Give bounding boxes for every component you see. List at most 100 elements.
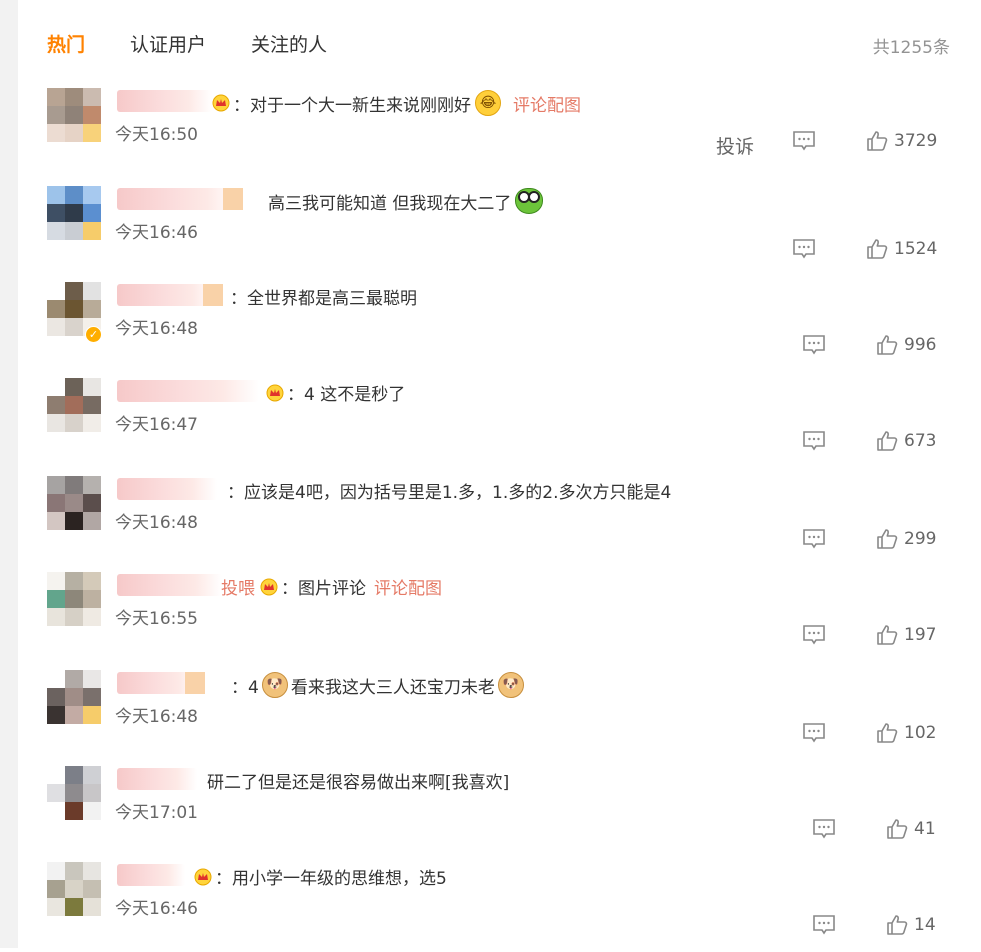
comment-item: ：4 🐶 看来我这大三人还宝刀未老 🐶 今天16:48 102 xyxy=(47,670,947,760)
comment-item: ✓ ：全世界都是高三最聪明 今天16:48 996 xyxy=(47,282,947,372)
like-count: 41 xyxy=(914,819,936,839)
crown-badge-icon xyxy=(193,868,213,886)
comment-item: ：对于一个大一新生来说刚刚好 😂 评论配图 今天16:50 投诉 3729 xyxy=(47,88,947,178)
reply-comment-icon[interactable] xyxy=(802,722,826,744)
avatar[interactable] xyxy=(47,862,101,928)
comment-text: ：4 这不是秒了 xyxy=(287,385,406,405)
like-count: 299 xyxy=(904,529,937,549)
avatar[interactable] xyxy=(47,186,101,252)
username-blurred[interactable] xyxy=(117,574,222,596)
crown-badge-icon xyxy=(259,578,279,596)
comment-text: 高三我可能知道 但我现在大二了 xyxy=(268,193,512,214)
reply-comment-icon[interactable] xyxy=(792,130,816,152)
username-blurred[interactable] xyxy=(117,478,217,500)
like-button[interactable]: 996 xyxy=(876,334,936,356)
comment-time: 今天16:50 xyxy=(115,125,198,145)
like-count: 197 xyxy=(904,625,937,645)
avatar[interactable] xyxy=(47,378,101,444)
comment-text: ：对于一个大一新生来说刚刚好 xyxy=(233,95,471,116)
like-count: 673 xyxy=(904,431,937,451)
verified-badge-icon: ✓ xyxy=(85,326,102,343)
comment-content: 投喂 ：图片评论 评论配图 xyxy=(221,574,442,599)
comment-content: ：对于一个大一新生来说刚刚好 😂 评论配图 xyxy=(211,90,581,116)
username-blurred[interactable] xyxy=(117,188,243,210)
avatar[interactable] xyxy=(47,476,101,542)
like-button[interactable]: 102 xyxy=(876,722,936,744)
comment-item: ：4 这不是秒了 今天16:47 673 xyxy=(47,378,947,468)
comment-text: 研二了但是还是很容易做出来啊[我喜欢] xyxy=(207,773,510,793)
avatar[interactable] xyxy=(47,670,101,736)
like-button[interactable]: 299 xyxy=(876,528,936,550)
username-blurred[interactable] xyxy=(117,284,223,306)
frog-emoji-icon xyxy=(515,188,544,214)
comment-image-link[interactable]: 评论配图 xyxy=(374,574,442,599)
report-button[interactable]: 投诉 xyxy=(716,132,754,159)
reply-comment-icon[interactable] xyxy=(802,334,826,356)
comment-item: ：应该是4吧，因为括号里是1.多，1.多的2.多次方只能是4 今天16:48 2… xyxy=(47,476,947,566)
comment-text: 看来我这大三人还宝刀未老 xyxy=(290,677,495,698)
comment-time: 今天16:47 xyxy=(115,415,198,435)
reply-comment-icon[interactable] xyxy=(802,528,826,550)
username-blurred[interactable] xyxy=(117,90,212,112)
tab-verified-users[interactable]: 认证用户 xyxy=(130,30,206,57)
crown-badge-icon xyxy=(265,384,285,402)
comment-time: 今天17:01 xyxy=(115,803,198,823)
comment-image-link[interactable]: 评论配图 xyxy=(513,91,581,116)
comment-content: ：用小学一年级的思维想，选5 xyxy=(193,864,447,889)
like-button[interactable]: 673 xyxy=(876,430,936,452)
comment-time: 今天16:48 xyxy=(115,707,198,727)
doge-emoji-icon: 🐶 xyxy=(261,672,288,698)
username-fragment[interactable]: 投喂 xyxy=(221,574,255,599)
comment-tabs: 热门 认证用户 关注的人 xyxy=(47,30,372,57)
like-button[interactable]: 14 xyxy=(886,914,936,936)
crown-badge-icon xyxy=(211,94,231,112)
like-button[interactable]: 1524 xyxy=(866,238,937,260)
doge-emoji-icon: 🐶 xyxy=(497,672,524,698)
tab-hot[interactable]: 热门 xyxy=(47,30,85,57)
comment-total-count: 共1255条 xyxy=(872,38,950,58)
comment-time: 今天16:48 xyxy=(115,513,198,533)
reply-comment-icon[interactable] xyxy=(802,430,826,452)
comment-item: 投喂 ：图片评论 评论配图 今天16:55 197 xyxy=(47,572,947,662)
tab-following[interactable]: 关注的人 xyxy=(251,30,327,57)
crying-laugh-emoji-icon: 😂 xyxy=(475,90,501,116)
comment-content: ：4 这不是秒了 xyxy=(265,380,405,405)
comment-content: 高三我可能知道 但我现在大二了 xyxy=(268,188,544,214)
comment-item: ：用小学一年级的思维想，选5 今天16:46 14 xyxy=(47,862,947,952)
comment-item: 高三我可能知道 但我现在大二了 今天16:46 1524 xyxy=(47,186,947,276)
username-blurred[interactable] xyxy=(117,380,259,402)
like-count: 1524 xyxy=(894,239,938,259)
comment-text: ：应该是4吧，因为括号里是1.多，1.多的2.多次方只能是4 xyxy=(227,483,672,503)
reply-comment-icon[interactable] xyxy=(802,624,826,646)
reply-comment-icon[interactable] xyxy=(792,238,816,260)
like-count: 14 xyxy=(914,915,936,935)
comment-time: 今天16:55 xyxy=(115,609,198,629)
username-blurred[interactable] xyxy=(117,768,197,790)
page-left-gutter xyxy=(0,0,18,948)
comment-content: ：全世界都是高三最聪明 xyxy=(230,284,417,309)
avatar[interactable] xyxy=(47,88,101,154)
username-blurred[interactable] xyxy=(117,672,205,694)
comment-text: ：图片评论 xyxy=(281,579,366,599)
comment-item: 研二了但是还是很容易做出来啊[我喜欢] 今天17:01 41 xyxy=(47,766,947,856)
username-blurred[interactable] xyxy=(117,864,185,886)
like-button[interactable]: 3729 xyxy=(866,130,937,152)
comment-time: 今天16:46 xyxy=(115,223,198,243)
comment-content: ：4 🐶 看来我这大三人还宝刀未老 🐶 xyxy=(231,672,527,698)
comment-content: ：应该是4吧，因为括号里是1.多，1.多的2.多次方只能是4 xyxy=(227,478,671,503)
comment-text: ：全世界都是高三最聪明 xyxy=(230,289,417,309)
like-count: 996 xyxy=(904,335,937,355)
like-button[interactable]: 41 xyxy=(886,818,936,840)
comment-content: 研二了但是还是很容易做出来啊[我喜欢] xyxy=(207,768,509,793)
comment-text: ：用小学一年级的思维想，选5 xyxy=(215,869,447,889)
reply-comment-icon[interactable] xyxy=(812,818,836,840)
avatar[interactable] xyxy=(47,572,101,638)
reply-comment-icon[interactable] xyxy=(812,914,836,936)
avatar[interactable] xyxy=(47,766,101,832)
comment-text: ：4 xyxy=(231,677,259,698)
like-count: 3729 xyxy=(894,131,938,151)
comment-time: 今天16:48 xyxy=(115,319,198,339)
like-button[interactable]: 197 xyxy=(876,624,936,646)
comment-time: 今天16:46 xyxy=(115,899,198,919)
like-count: 102 xyxy=(904,723,937,743)
